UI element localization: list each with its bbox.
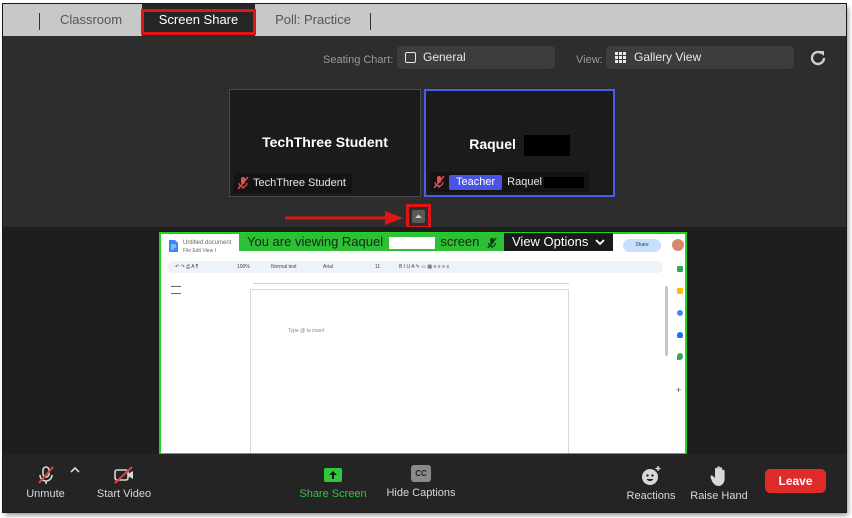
- view-value: Gallery View: [634, 50, 702, 64]
- seating-header: Seating Chart: General View: Gallery Vie…: [3, 36, 846, 229]
- banner-suffix: screen: [440, 234, 480, 249]
- maps-icon: [677, 353, 683, 360]
- view-options-button[interactable]: View Options: [504, 233, 613, 251]
- doc-title: Untitled document: [183, 240, 232, 246]
- tab-classroom[interactable]: Classroom: [43, 4, 139, 36]
- hide-captions-button[interactable]: CC Hide Captions: [384, 465, 458, 499]
- redaction-block: [523, 135, 570, 156]
- mic-muted-icon: [37, 466, 54, 484]
- video-off-icon: [114, 466, 133, 484]
- view-options-label: View Options: [512, 234, 589, 249]
- chevron-up-icon[interactable]: [70, 466, 80, 474]
- share-screen-button[interactable]: Share Screen: [299, 465, 367, 500]
- tab-divider: [370, 13, 371, 30]
- raise-hand-label: Raise Hand: [690, 490, 748, 502]
- doc-menu: File Edit View I: [183, 248, 216, 254]
- tab-poll-practice[interactable]: Poll: Practice: [259, 4, 367, 36]
- raise-hand-icon: [710, 466, 725, 486]
- grid-icon: [615, 52, 626, 63]
- start-video-button[interactable]: Start Video: [93, 465, 155, 500]
- doc-scrollbar: [665, 286, 668, 356]
- add-icon: +: [676, 385, 682, 395]
- teacher-badge: Teacher: [449, 174, 503, 190]
- keep-icon: [677, 288, 683, 294]
- participant-footer-name: TechThree Student: [253, 177, 346, 189]
- view-dropdown[interactable]: Gallery View: [606, 46, 794, 69]
- reactions-button[interactable]: Reactions: [623, 465, 679, 502]
- doc-margin: [161, 290, 251, 453]
- participant-footer-name: Raquel: [507, 176, 542, 188]
- avatar: [672, 239, 684, 251]
- seating-chart-value: General: [423, 50, 466, 64]
- docs-icon: [169, 240, 178, 252]
- seating-chart-dropdown[interactable]: General: [397, 46, 555, 69]
- doc-share-button: Share: [623, 239, 661, 252]
- app-window: Classroom Screen Share Poll: Practice Se…: [3, 4, 846, 512]
- annotation-arrow: [285, 211, 403, 225]
- doc-format-icons: B I U A ✎ ▭ ▦ ≡ ≡ ≡ ≡: [399, 264, 450, 270]
- tab-bar: Classroom Screen Share Poll: Practice: [3, 4, 846, 36]
- tab-divider: [39, 13, 40, 30]
- mic-muted-icon: [237, 176, 249, 190]
- participant-name: Raquel: [469, 136, 516, 153]
- leave-button[interactable]: Leave: [765, 469, 826, 493]
- doc-ruler: [253, 279, 569, 284]
- doc-share-label: Share: [635, 242, 649, 248]
- emoji-icon: [642, 466, 661, 485]
- raise-hand-button[interactable]: Raise Hand: [687, 465, 751, 502]
- reactions-label: Reactions: [626, 490, 676, 502]
- doc-toolbar-icons: ↶ ↷ ⎙ A ¶: [175, 264, 199, 270]
- doc-placeholder: Type @ to insert: [288, 328, 325, 334]
- unmute-button[interactable]: Unmute: [23, 465, 68, 500]
- participant-footer: TechThree Student: [234, 173, 352, 193]
- doc-fontsize: 11: [375, 264, 381, 270]
- refresh-icon[interactable]: [808, 48, 828, 68]
- calendar-icon: [677, 266, 683, 272]
- participant-footer: Teacher Raquel: [430, 172, 590, 192]
- doc-page: Type @ to insert: [251, 290, 568, 453]
- doc-toolbar: ↶ ↷ ⎙ A ¶ 100% Normal text Arial 11 B I …: [167, 261, 663, 273]
- banner-prefix: You are viewing Raquel: [247, 234, 384, 249]
- cc-icon-text: CC: [415, 469, 427, 478]
- participant-name-row: Raquel: [426, 135, 613, 156]
- share-screen-icon: [324, 468, 342, 482]
- mic-muted-icon: [487, 237, 497, 249]
- chevron-down-icon: [595, 239, 605, 246]
- unmute-label: Unmute: [26, 488, 65, 500]
- contacts-icon: [677, 332, 683, 338]
- closed-captions-icon: CC: [411, 465, 431, 482]
- doc-zoom: 100%: [237, 264, 250, 270]
- hide-captions-label: Hide Captions: [386, 487, 456, 499]
- shared-screen: Untitled document File Edit View I Share…: [159, 232, 687, 455]
- doc-font: Arial: [323, 264, 334, 270]
- viewing-banner: You are viewing Raquel screen: [239, 233, 505, 251]
- start-video-label: Start Video: [96, 488, 152, 500]
- participant-tile[interactable]: TechThree Student TechThree Student: [229, 89, 421, 197]
- participant-name: TechThree Student: [262, 134, 388, 150]
- seating-chart-label: Seating Chart:: [323, 54, 394, 66]
- mic-muted-icon: [433, 175, 445, 189]
- share-screen-label: Share Screen: [299, 488, 367, 500]
- highlight-box: [406, 204, 431, 229]
- view-label: View:: [576, 54, 603, 66]
- outline-icon: [171, 286, 181, 294]
- redaction-block: [544, 176, 584, 188]
- highlight-box: [141, 9, 256, 35]
- checkbox-icon: [405, 52, 416, 63]
- tasks-icon: [677, 310, 683, 316]
- redaction-block: [388, 236, 435, 249]
- doc-style: Normal text: [271, 264, 297, 270]
- participant-tile[interactable]: Raquel Teacher Raquel: [424, 89, 615, 197]
